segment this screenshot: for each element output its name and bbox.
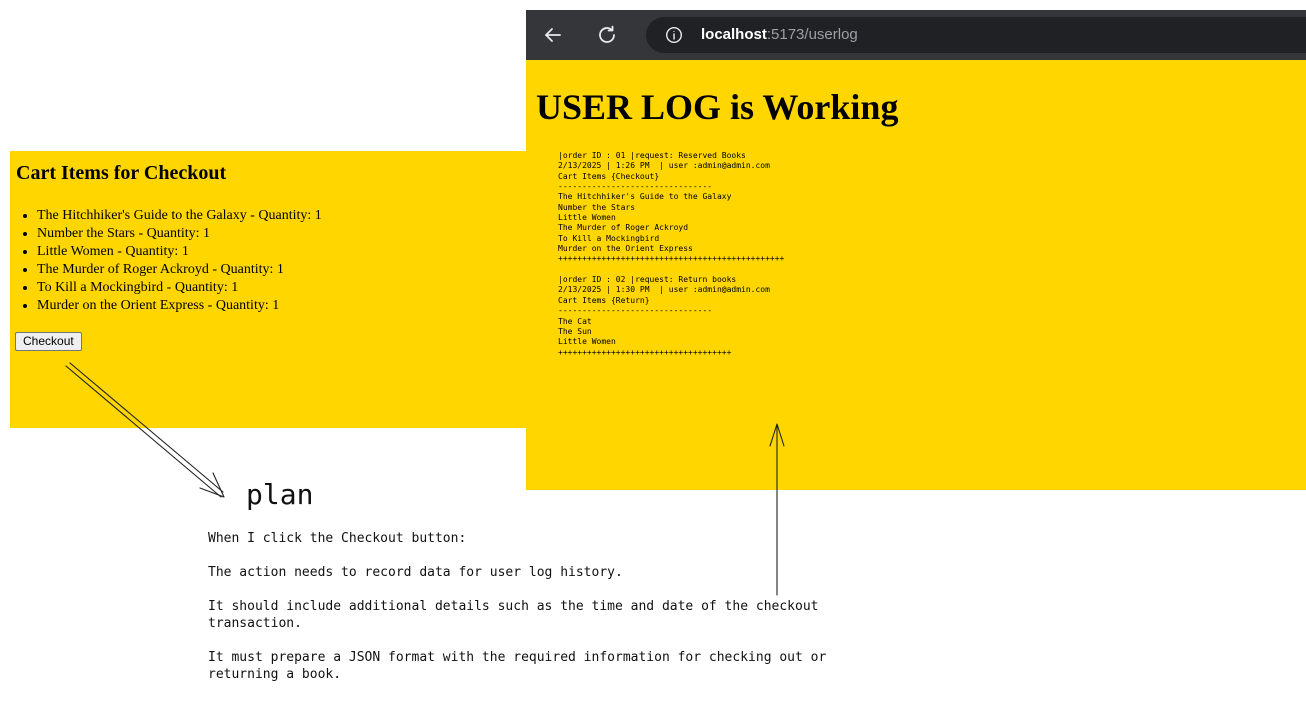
plan-notes: When I click the Checkout button: The ac…	[208, 530, 928, 700]
checkout-to-plan-arrow-icon	[65, 362, 225, 498]
plan-note: It should include additional details suc…	[208, 599, 819, 631]
plan-heading: plan	[246, 478, 314, 511]
plan-note: The action needs to record data for user…	[208, 565, 623, 580]
plan-note: It must prepare a JSON format with the r…	[208, 650, 827, 682]
plan-note: When I click the Checkout button:	[208, 531, 467, 546]
